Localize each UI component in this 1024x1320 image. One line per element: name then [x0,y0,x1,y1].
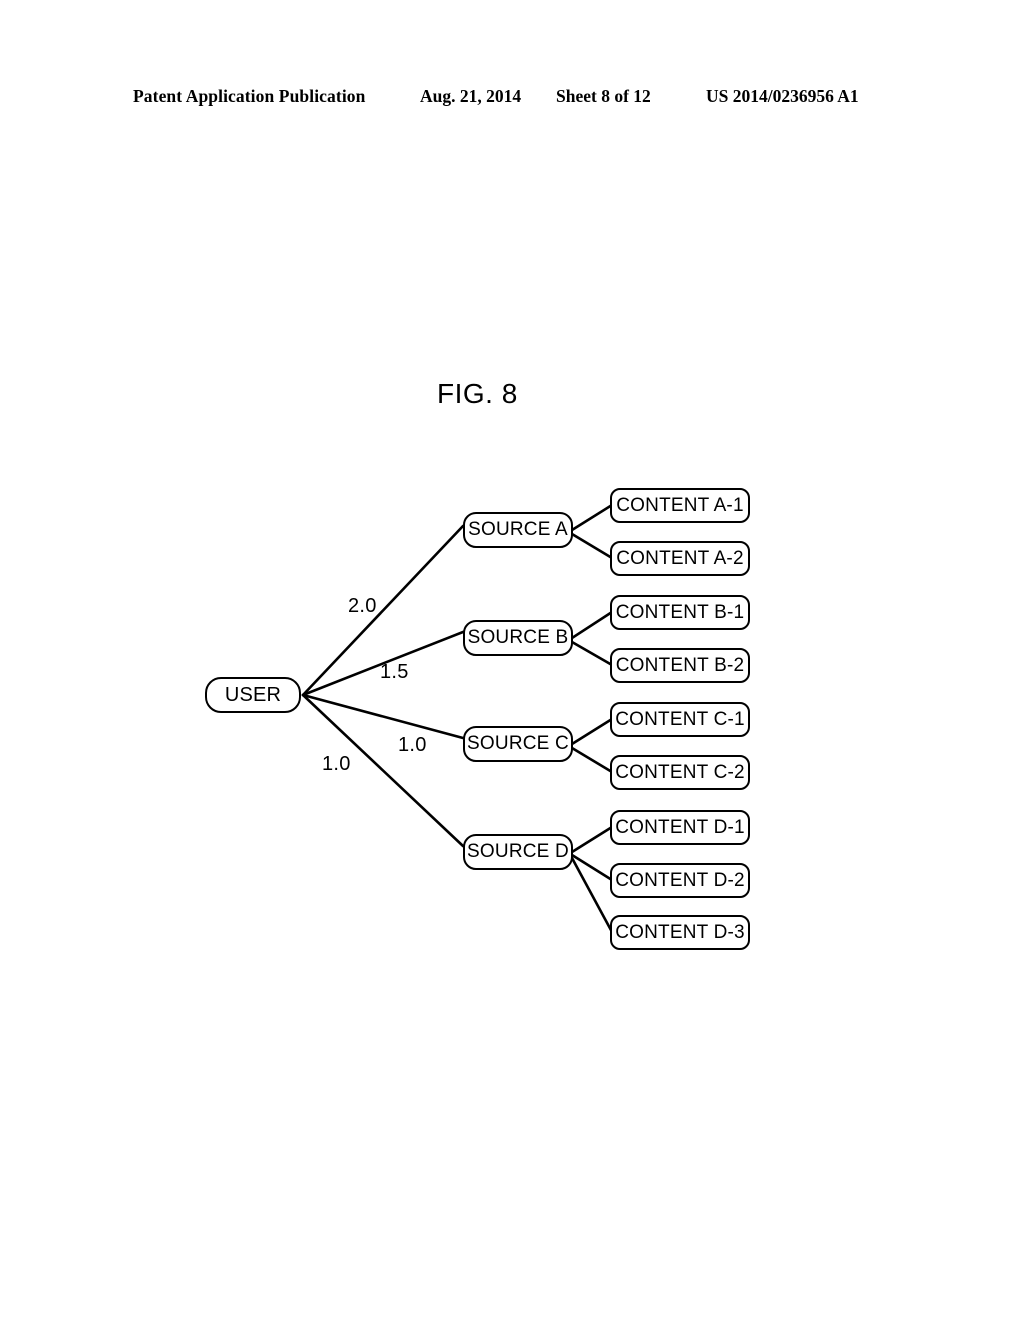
edge-weight-label-source-d: 1.0 [322,753,351,775]
node-content-a-1[interactable]: CONTENT A-1 [610,488,750,523]
node-content-b-2[interactable]: CONTENT B-2 [610,648,750,683]
node-source-b[interactable]: SOURCE B [463,620,573,656]
edge-source-a-content-a-2 [570,532,614,560]
node-source-b-label: SOURCE B [467,627,569,648]
node-source-d-label: SOURCE D [467,841,569,862]
edge-source-a-content-a-1 [570,503,614,532]
tree-diagram: USER 2.0 1.5 1.0 1.0 SOURCE A SOURCE B S… [0,0,1024,1320]
node-content-c-2-label: CONTENT C-2 [615,761,745,783]
edge-source-c-content-c-1 [570,717,614,746]
node-content-c-2[interactable]: CONTENT C-2 [610,755,750,790]
patent-page: Patent Application Publication Aug. 21, … [0,0,1024,1320]
edge-source-d-content-d-2 [570,853,614,882]
node-content-c-1-label: CONTENT C-1 [615,708,745,730]
node-content-d-3[interactable]: CONTENT D-3 [610,915,750,950]
edge-weight-label-source-c: 1.0 [398,734,427,756]
node-content-d-1[interactable]: CONTENT D-1 [610,810,750,845]
node-content-c-1[interactable]: CONTENT C-1 [610,702,750,737]
edge-source-d-content-d-1 [570,825,614,854]
node-source-a[interactable]: SOURCE A [463,512,573,548]
node-source-d[interactable]: SOURCE D [463,834,573,870]
node-content-b-1[interactable]: CONTENT B-1 [610,595,750,630]
node-source-c[interactable]: SOURCE C [463,726,573,762]
edge-source-c-content-c-2 [570,746,614,774]
edge-layer [301,503,614,934]
node-content-d-2[interactable]: CONTENT D-2 [610,863,750,898]
edge-source-b-content-b-2 [570,640,614,667]
edge-weight-label-source-b: 1.5 [380,661,409,683]
node-content-d-3-label: CONTENT D-3 [615,921,745,943]
node-user[interactable]: USER [205,677,301,713]
edge-source-d-content-d-3 [570,856,614,934]
node-content-b-2-label: CONTENT B-2 [615,654,745,676]
node-content-b-1-label: CONTENT B-1 [615,601,745,623]
edge-weight-label-source-a: 2.0 [348,595,377,617]
edge-user-source-c [301,693,465,740]
node-source-a-label: SOURCE A [468,519,568,540]
node-source-c-label: SOURCE C [467,733,569,754]
node-content-d-1-label: CONTENT D-1 [615,816,745,838]
node-user-label: USER [224,683,282,706]
node-content-a-1-label: CONTENT A-1 [616,494,744,516]
edge-source-b-content-b-1 [570,610,614,640]
node-content-a-2-label: CONTENT A-2 [616,547,744,569]
node-content-d-2-label: CONTENT D-2 [615,869,745,891]
node-content-a-2[interactable]: CONTENT A-2 [610,541,750,576]
